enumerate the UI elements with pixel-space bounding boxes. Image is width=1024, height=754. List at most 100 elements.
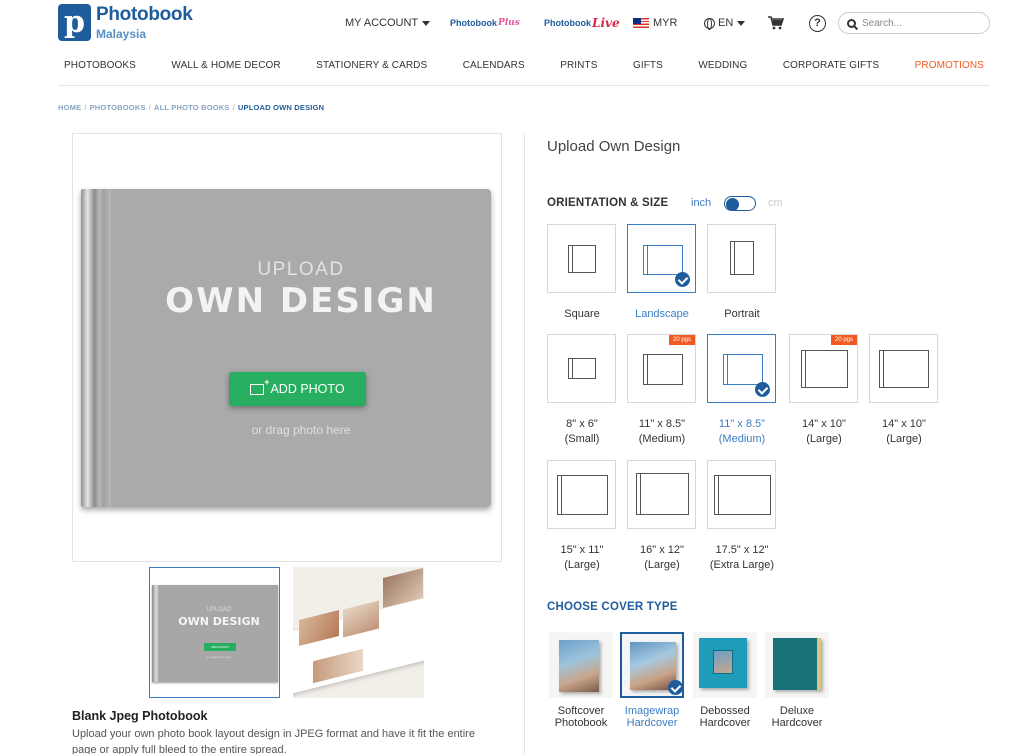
product-title: Upload Own Design [547, 138, 681, 155]
size-label: 11" x 8.5" (Medium) [718, 418, 766, 445]
book-cover-preview: UPLOAD OWN DESIGN ADD PHOTO or drag phot… [81, 189, 491, 507]
cover-label: Deluxe Hardcover [771, 705, 823, 729]
size-label: 14" x 10" (Large) [802, 418, 846, 445]
search-icon [847, 18, 856, 28]
orientation-square[interactable] [547, 224, 616, 293]
cover-own-design-text: OWN DESIGN [165, 281, 437, 321]
malaysia-flag-icon [633, 18, 649, 28]
landscape-shape-icon [643, 245, 683, 275]
deluxe-image [773, 638, 821, 690]
add-photo-button[interactable]: ADD PHOTO [229, 372, 366, 406]
size-14x10[interactable] [869, 334, 938, 403]
thumbnail-inside-spread[interactable] [293, 567, 424, 698]
logo-name: Photobook [96, 4, 193, 25]
main-nav: PHOTOBOOKS WALL & HOME DECOR STATIONERY … [58, 56, 990, 86]
description-text: Upload your own photo book layout design… [72, 728, 475, 754]
size-shape-icon [636, 473, 689, 515]
unit-toggle[interactable] [724, 196, 756, 211]
unit-inch-label[interactable]: inch [691, 197, 711, 209]
size-11x8.5[interactable] [707, 334, 776, 403]
nav-wedding[interactable]: WEDDING [698, 60, 747, 71]
size-shape-icon [568, 358, 596, 379]
breadcrumb-home[interactable]: HOME [58, 103, 81, 112]
cover-type-heading: CHOOSE COVER TYPE [547, 601, 678, 613]
cover-label: Imagewrap Hardcover [624, 705, 680, 729]
nav-calendars[interactable]: CALENDARS [463, 60, 525, 71]
thumbnail-cover[interactable]: UPLOAD OWN DESIGN ADD PHOTO or drag phot… [149, 567, 280, 698]
nav-wall-home-decor[interactable]: WALL & HOME DECOR [171, 60, 280, 71]
cover-upload-text: UPLOAD [257, 259, 345, 280]
cover-label: Debossed Hardcover [699, 705, 751, 729]
size-16x12[interactable] [627, 460, 696, 529]
breadcrumb-photobooks[interactable]: PHOTOBOOKS [90, 103, 146, 112]
globe-icon [704, 17, 715, 30]
size-label: 11" x 8.5" (Medium) [638, 418, 686, 445]
size-shape-icon [714, 475, 771, 515]
help-icon: ? [809, 14, 826, 32]
size-label: 15" x 11" (Large) [560, 544, 604, 571]
currency-label: MYR [653, 17, 678, 29]
orientation-portrait[interactable] [707, 224, 776, 293]
orientation-size-heading: ORIENTATION & SIZE [547, 197, 669, 209]
nav-promotions[interactable]: PROMOTIONS [915, 60, 984, 71]
nav-gifts[interactable]: GIFTS [633, 60, 663, 71]
breadcrumb-all-photo-books[interactable]: ALL PHOTO BOOKS [154, 103, 230, 112]
site-logo[interactable]: p Photobook Malaysia [58, 4, 193, 41]
check-icon [668, 680, 683, 695]
nav-corporate-gifts[interactable]: CORPORATE GIFTS [783, 60, 879, 71]
search-input[interactable] [862, 17, 972, 29]
size-11x8.5-20pgs[interactable]: 20 pgs [627, 334, 696, 403]
cover-softcover[interactable] [549, 632, 613, 698]
thumb-upload-text: UPLOAD [206, 607, 232, 613]
chevron-down-icon [422, 20, 431, 26]
help-button[interactable]: ? [809, 12, 826, 34]
size-label: 8" x 6" (Small) [564, 418, 600, 445]
softcover-image [559, 640, 599, 692]
thumb-drag-hint: or drag photo here [206, 655, 232, 659]
size-shape-icon [723, 354, 763, 385]
photobook-plus-link[interactable]: Photobook Plus [450, 12, 520, 34]
description-title: Blank Jpeg Photobook [72, 709, 208, 723]
portrait-shape-icon [730, 241, 754, 275]
toggle-knob [726, 198, 739, 211]
check-icon [675, 272, 690, 287]
size-14x10-20pgs[interactable]: 20 pgs [789, 334, 858, 403]
logo-subtitle: Malaysia [96, 27, 147, 41]
language-label: EN [718, 17, 734, 29]
size-label: 14" x 10" (Large) [882, 418, 926, 445]
orientation-label: Landscape [635, 308, 689, 320]
cart-button[interactable] [768, 12, 784, 34]
size-shape-icon [643, 354, 683, 385]
debossed-image [699, 638, 747, 688]
unit-cm-label[interactable]: cm [768, 197, 783, 209]
size-17.5x12[interactable] [707, 460, 776, 529]
thumb-add-photo-button: ADD PHOTO [204, 643, 236, 651]
orientation-landscape[interactable] [627, 224, 696, 293]
search-box[interactable] [838, 12, 990, 34]
pages-badge: 20 pgs [830, 335, 857, 345]
orientation-label: Square [564, 308, 600, 320]
photobook-live-link[interactable]: Photobook Live [544, 12, 620, 34]
nav-prints[interactable]: PRINTS [560, 60, 597, 71]
pages-badge: 20 pgs [668, 335, 695, 345]
cover-deluxe[interactable] [765, 632, 829, 698]
breadcrumb: HOME / PHOTOBOOKS / ALL PHOTO BOOKS / UPLOAD O… [58, 103, 325, 112]
plus-brand: Photobook [450, 18, 497, 28]
size-8x6[interactable] [547, 334, 616, 403]
size-15x11[interactable] [547, 460, 616, 529]
cover-debossed[interactable] [693, 632, 757, 698]
language-selector[interactable]: EN [704, 12, 746, 34]
cover-imagewrap[interactable] [620, 632, 684, 698]
size-shape-icon [879, 350, 929, 388]
add-image-icon [250, 377, 269, 395]
size-label: 17.5" x 12" (Extra Large) [709, 544, 775, 571]
chevron-down-icon [737, 20, 746, 26]
thumb-own-design-text: OWN DESIGN [178, 615, 260, 628]
nav-photobooks[interactable]: PHOTOBOOKS [64, 60, 136, 71]
nav-stationery-cards[interactable]: STATIONERY & CARDS [316, 60, 427, 71]
my-account-menu[interactable]: MY ACCOUNT [345, 12, 431, 34]
plus-suffix: Plus [498, 18, 520, 28]
size-label: 16" x 12" (Large) [640, 544, 684, 571]
square-shape-icon [568, 245, 596, 273]
currency-selector[interactable]: MYR [633, 12, 677, 34]
